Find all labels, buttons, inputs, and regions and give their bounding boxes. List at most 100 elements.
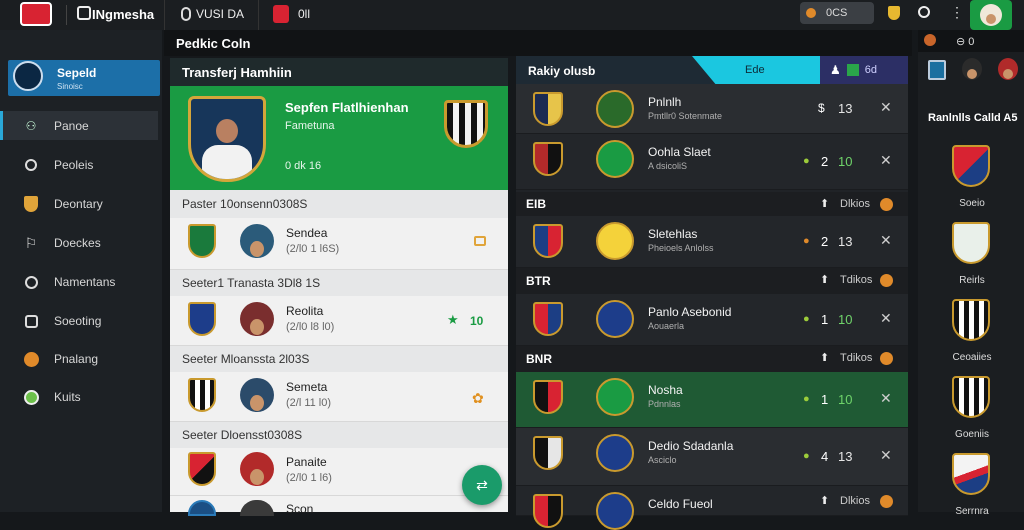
close-icon[interactable]: ✕ [880,152,892,169]
close-icon[interactable]: ✕ [880,390,892,407]
sidebar-item-label: Peoleis [54,158,94,172]
right-tab-label[interactable]: ⊖ 0 [956,35,974,48]
club-sub: Pmtllr0 Sotenmate [648,111,723,121]
section-label: EIB [526,197,547,211]
club-crest-icon[interactable] [952,376,990,418]
sidebar-item-deontary[interactable]: Deontary [0,189,158,219]
club-label: Ceoaiies [952,352,992,363]
group-title: Paster 10onsenn0308S [182,197,308,211]
orange-ball-icon [880,352,893,365]
hero-line2: 0 dk 16 [285,160,322,172]
badge-icon: ● [803,155,810,167]
gallery-icon[interactable] [928,60,946,80]
orange-ball-icon [22,350,40,368]
shield-icon [22,195,40,213]
hero-player-name: Sepfen Flatlhienhan [285,100,409,115]
club-crest-icon[interactable] [952,299,990,341]
orange-ball-icon[interactable] [924,34,936,46]
sidebar-item-namentans[interactable]: Namentans [0,267,158,297]
user-avatar[interactable] [970,0,1012,30]
row-value-a: 10 [838,154,853,169]
section-label: BTR [526,274,551,288]
sidebar-item-peoleis[interactable]: Peoleis [0,150,158,180]
avatar [240,224,274,258]
row-meta: Dlkios [840,495,870,507]
notification-pill[interactable]: 0CS [800,2,874,24]
player-detail: (2/l0 l8 l0) [286,321,335,333]
rank-crest-left-icon [533,380,563,414]
club-crest-icon[interactable] [952,222,990,264]
sidebar-item-label: Pnalang [54,352,99,366]
club-crest-icon[interactable] [952,145,990,187]
brand-title[interactable]: INgmesha [92,7,154,22]
sidebar-item-label: Namentans [54,275,116,289]
badge-icon: ● [803,235,810,247]
rank-crest-left-icon [533,302,563,336]
player-name: Reolita [286,304,324,318]
sidebar-item-pnalang[interactable]: Pnalang [0,344,158,374]
search-icon[interactable] [918,6,930,18]
brand-mark-icon [77,6,91,20]
avatar[interactable] [998,58,1018,80]
row-value-b: 4 [821,449,829,464]
sidebar-item-soeoting[interactable]: Soeoting [0,306,158,336]
brand-logo[interactable] [20,2,52,26]
group-title: Seeter1 Tranasta 3Dl8 1S [182,276,321,290]
hero-line1: Fametuna [285,120,335,132]
orange-flower-icon[interactable]: ✿ [472,390,484,407]
swap-icon: ⇄ [476,476,488,493]
section-meta: Dlkios [840,198,870,210]
club-sub: Pdnnlas [648,399,681,409]
row-value-b: 1 [821,392,829,407]
tab-cyan-label: Ede [745,64,765,76]
avatar[interactable] [962,58,982,80]
tab-vusi[interactable]: VUSI DA [196,7,244,21]
sidebar-item-label: Deontary [54,197,103,211]
row-value-a: 10 [838,312,853,327]
user-icon: ♟ [830,63,841,77]
sidebar-item-doeckes[interactable]: ⚐ Doeckes [0,228,158,258]
player-detail: (2/l 11 l0) [286,397,332,409]
club-name: Dedio Sdadanla [648,439,734,453]
transfer-group-header: Paster 10onsenn0308S [170,190,508,218]
badge-icon: ● [803,313,810,325]
club-crest-icon[interactable] [952,453,990,495]
green-ball-icon [22,388,40,406]
rank-crest-left-icon [533,224,563,258]
section-meta: Tdikos [840,274,873,286]
tab-separator [164,0,165,30]
rank-crest-right-icon [596,378,634,416]
rank-crest-right-icon [596,300,634,338]
sidebar-item-kuits[interactable]: Kuits [0,382,158,412]
row-value-a: 13 [838,101,853,116]
orange-ball-icon [880,198,893,211]
row-value-a: 13 [838,234,853,249]
whistle-icon: ⚐ [24,234,38,251]
more-icon[interactable]: ⋮ [950,4,964,21]
list-item[interactable] [170,448,508,496]
player-name: Panaite [286,455,327,469]
trophy-icon[interactable] [888,6,900,20]
list-item[interactable] [170,372,508,422]
sidebar-item-label: Kuits [54,390,81,404]
section-meta: Tdikos [840,352,873,364]
close-icon[interactable]: ✕ [880,99,892,116]
close-icon[interactable]: ✕ [880,232,892,249]
green-tag-icon [846,64,859,76]
pin-icon [22,156,40,174]
player-name: Scon [286,502,314,516]
star-icon[interactable]: ★ [447,312,459,328]
sidebar-item-panoe[interactable]: ⚇ Panoe [0,111,158,141]
transfer-group-header: Seeter1 Tranasta 3Dl8 1S [170,270,508,296]
tab-icons[interactable]: ♟ 6d [820,56,908,84]
row-value-b: 2 [821,234,829,249]
orange-dot-icon [806,8,816,18]
rank-crest-right-icon [596,492,634,530]
close-icon[interactable]: ✕ [880,447,892,464]
close-icon[interactable]: ✕ [880,310,892,327]
floating-action-button[interactable]: ⇄ [462,465,502,505]
tab-oll[interactable]: 0ll [298,7,310,21]
row-value-b: 2 [821,154,829,169]
action-icon[interactable] [474,236,486,246]
rankings-title: Rakiy olusb [528,64,596,78]
